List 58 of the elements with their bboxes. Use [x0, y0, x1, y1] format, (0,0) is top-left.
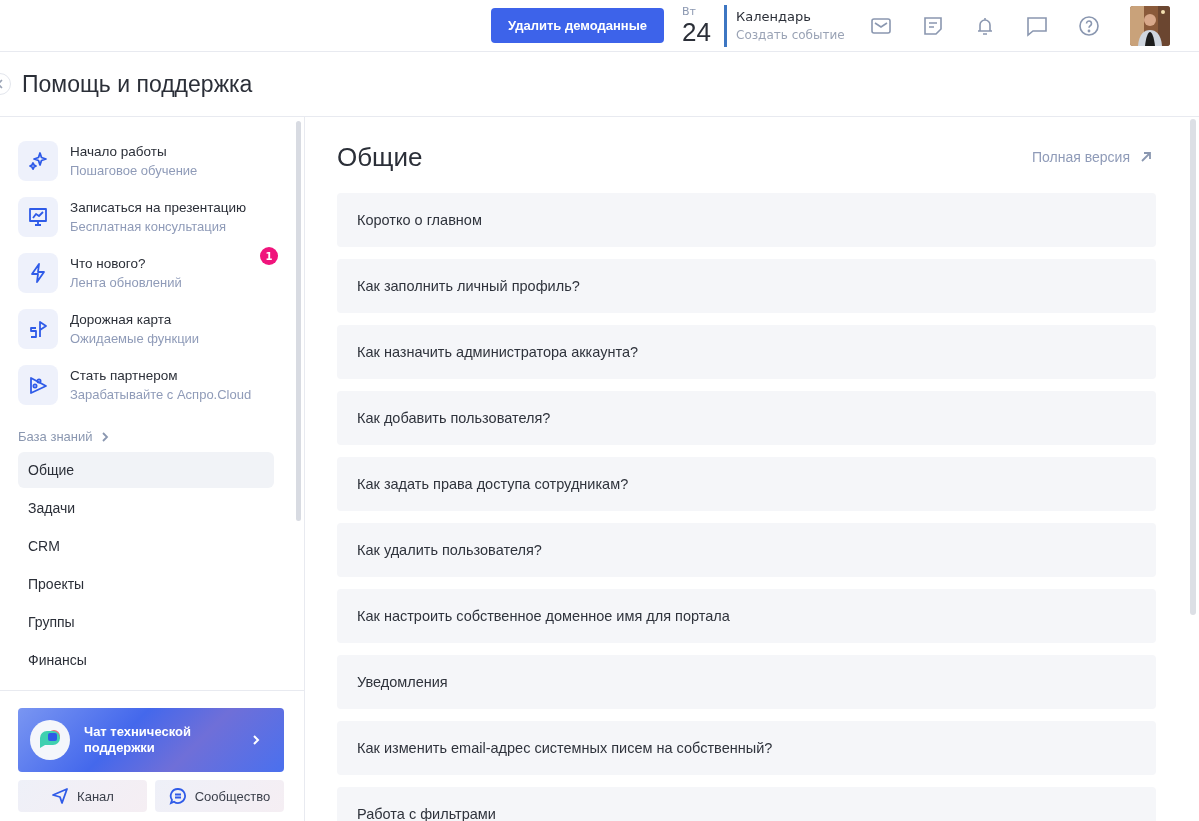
link-subtitle: Бесплатная консультация — [70, 219, 227, 234]
chevron-right-icon — [100, 431, 109, 442]
link-title: Дорожная карта — [70, 312, 173, 327]
section-title: Общие — [337, 141, 423, 173]
scrollbar-thumb[interactable] — [296, 121, 301, 521]
article-item[interactable]: Как задать права доступа сотрудникам? — [337, 457, 1156, 511]
link-title: Записаться на презентацию — [70, 200, 247, 215]
send-icon — [51, 787, 70, 805]
flag-icon — [18, 309, 58, 349]
external-link-icon — [1140, 151, 1152, 163]
article-item[interactable]: Как заполнить личный профиль? — [337, 259, 1156, 313]
category-item[interactable]: Группы — [18, 604, 274, 640]
category-item[interactable]: CRM — [18, 528, 274, 564]
weekday-label: Вт — [682, 5, 697, 18]
help-link[interactable]: Что нового? Лента обновлений 1 — [18, 245, 280, 301]
knowledge-base-label: База знаний — [18, 429, 93, 444]
calendar-title[interactable]: Календарь — [736, 9, 845, 24]
help-link[interactable]: Записаться на презентацию Бесплатная консультация — [18, 189, 280, 245]
link-subtitle: Лента обновлений — [70, 275, 182, 290]
sparkle-icon — [18, 141, 58, 181]
chevron-right-icon — [252, 734, 260, 746]
link-title: Начало работы — [70, 144, 168, 159]
note-icon[interactable] — [921, 14, 944, 37]
link-subtitle: Ожидаемые функции — [70, 331, 200, 346]
share-icon — [18, 365, 58, 405]
community-button[interactable]: Сообщество — [155, 780, 284, 812]
scrollbar-thumb[interactable] — [1190, 119, 1196, 615]
chat-icon[interactable] — [1025, 14, 1048, 37]
help-icon[interactable] — [1077, 14, 1100, 37]
chat-logo-icon — [30, 720, 70, 760]
article-item[interactable]: Как удалить пользователя? — [337, 523, 1156, 577]
category-item[interactable]: Финансы — [18, 642, 274, 678]
article-item[interactable]: Как изменить email-адрес системных писем на собственный? — [337, 721, 1156, 775]
category-item[interactable]: Проекты — [18, 566, 274, 602]
lightning-icon — [18, 253, 58, 293]
link-subtitle: Пошаговое обучение — [70, 163, 198, 178]
notification-badge: 1 — [260, 247, 278, 265]
help-link[interactable]: Начало работы Пошаговое обучение — [18, 133, 280, 189]
day-number: 24 — [682, 17, 712, 46]
support-chat-button[interactable]: Чат технической поддержки — [18, 708, 284, 772]
article-item[interactable]: Коротко о главном — [337, 193, 1156, 247]
help-link[interactable]: Стать партнером Зарабатывайте с Аспро.Cloud — [18, 357, 280, 413]
link-title: Стать партнером — [70, 368, 179, 383]
channel-button[interactable]: Канал — [18, 780, 147, 812]
link-subtitle: Зарабатывайте с Аспро.Cloud — [70, 387, 252, 402]
article-item[interactable]: Как назначить администратора аккаунта? — [337, 325, 1156, 379]
page-title: Помощь и поддержка — [22, 70, 253, 98]
delete-demo-data-button[interactable]: Удалить демоданные — [491, 8, 664, 43]
article-item[interactable]: Как добавить пользователя? — [337, 391, 1156, 445]
article-item[interactable]: Уведомления — [337, 655, 1156, 709]
link-title: Что нового? — [70, 256, 147, 271]
presentation-icon — [18, 197, 58, 237]
help-link[interactable]: Дорожная карта Ожидаемые функции — [18, 301, 280, 357]
support-chat-label: Чат технической поддержки — [84, 724, 192, 756]
category-item[interactable]: Задачи — [18, 490, 274, 526]
category-item[interactable]: Общие — [18, 452, 274, 488]
article-item[interactable]: Как настроить собственное доменное имя для портала — [337, 589, 1156, 643]
chat-bubble-icon — [168, 787, 187, 805]
